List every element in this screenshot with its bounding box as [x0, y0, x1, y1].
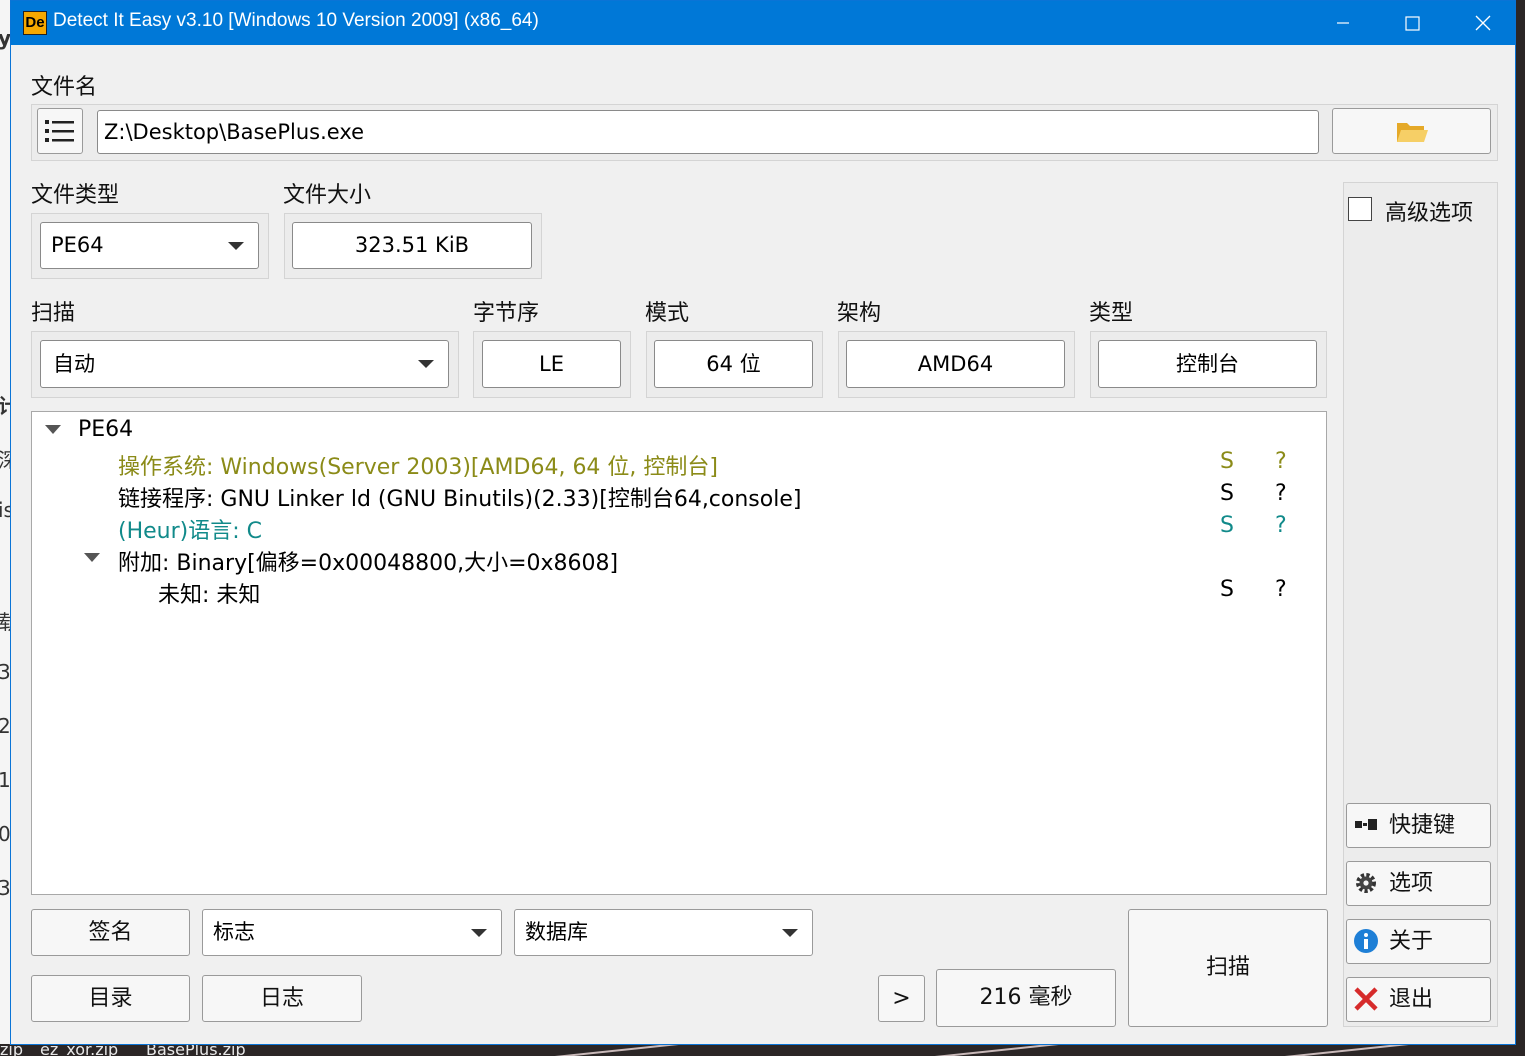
signatures-button[interactable]: 签名 [31, 909, 190, 956]
flags-select[interactable]: 标志 [202, 909, 502, 956]
scan-label: 扫描 [31, 301, 76, 326]
close-icon [1475, 15, 1491, 31]
expand-arrow-icon[interactable] [84, 553, 100, 562]
endianness-label: 字节序 [473, 301, 540, 326]
minimize-button[interactable] [1307, 1, 1377, 45]
mode-label: 模式 [645, 301, 690, 326]
file-type-label: 文件类型 [31, 183, 120, 208]
background-streak [1260, 1044, 1500, 1056]
shortcuts-label: 快捷键 [1389, 813, 1456, 838]
chevron-down-icon [418, 360, 434, 368]
file-size-value: 323.51 KiB [292, 222, 532, 269]
app-window: De Detect It Easy v3.10 [Windows 10 Vers… [10, 0, 1516, 1045]
title-bar[interactable]: De Detect It Easy v3.10 [Windows 10 Vers… [11, 1, 1515, 45]
app-logo-icon: De [23, 11, 47, 35]
scan-mode-select[interactable]: 自动 [40, 340, 449, 388]
about-button[interactable]: 关于 [1346, 919, 1491, 964]
advanced-label: 高级选项 [1385, 201, 1474, 226]
file-size-label: 文件大小 [283, 183, 372, 208]
arch-value: AMD64 [846, 340, 1065, 388]
info-question-link[interactable]: ? [1275, 481, 1287, 506]
directory-button[interactable]: 目录 [31, 975, 190, 1022]
options-label: 选项 [1389, 871, 1434, 896]
close-button[interactable] [1447, 1, 1517, 45]
mode-value: 64 位 [654, 340, 813, 388]
about-label: 关于 [1389, 929, 1434, 954]
window-title: Detect It Easy v3.10 [Windows 10 Version… [53, 10, 539, 31]
exit-button[interactable]: 退出 [1346, 977, 1491, 1022]
scan-button[interactable]: 扫描 [1128, 909, 1328, 1027]
chevron-down-icon [228, 241, 244, 250]
endianness-value: LE [482, 340, 621, 388]
database-value: 数据库 [525, 920, 588, 944]
type-label: 类型 [1089, 301, 1134, 326]
info-question-link[interactable]: ? [1275, 449, 1287, 474]
info-question-link[interactable]: ? [1275, 577, 1287, 602]
signature-s-link[interactable]: S [1220, 449, 1234, 474]
background-streak [520, 1044, 780, 1056]
signature-s-link[interactable]: S [1220, 481, 1234, 506]
info-question-link[interactable]: ? [1275, 513, 1287, 538]
background-streak [880, 1044, 1180, 1056]
maximize-icon [1405, 16, 1420, 31]
expand-arrow-icon[interactable] [45, 425, 61, 434]
signature-s-link[interactable]: S [1220, 577, 1234, 602]
elapsed-time-display: 216 毫秒 [936, 969, 1116, 1027]
list-menu-icon [45, 120, 74, 142]
tree-item-os[interactable]: 操作系统: Windows(Server 2003)[AMD64, 64 位, … [118, 449, 718, 481]
type-value: 控制台 [1098, 340, 1317, 388]
open-file-button[interactable] [1332, 108, 1491, 154]
tree-item-overlay[interactable]: 附加: Binary[偏移=0x00048800,大小=0x8608] [118, 545, 618, 577]
exit-label: 退出 [1389, 987, 1434, 1012]
scan-mode-value: 自动 [53, 352, 95, 376]
folder-open-icon [1397, 123, 1428, 142]
exit-x-icon [1354, 987, 1378, 1011]
tree-item-language[interactable]: (Heur)语言: C [118, 513, 262, 545]
more-button[interactable]: > [878, 975, 925, 1022]
desktop-file-label[interactable]: BasePlus.zip [146, 1044, 246, 1056]
tree-root-pe64[interactable]: PE64 [78, 417, 133, 442]
tree-item-unknown[interactable]: 未知: 未知 [158, 577, 260, 609]
flags-value: 标志 [213, 920, 255, 944]
results-tree[interactable]: PE64 操作系统: Windows(Server 2003)[AMD64, 6… [31, 411, 1327, 895]
gear-icon [1356, 873, 1376, 893]
file-name-label: 文件名 [31, 75, 98, 100]
chevron-down-icon [782, 928, 798, 937]
signature-s-link[interactable]: S [1220, 513, 1234, 538]
desktop-file-strip: zip ez_xor.zip BasePlus.zip [0, 1044, 1525, 1056]
arch-label: 架构 [837, 301, 882, 326]
maximize-button[interactable] [1377, 1, 1447, 45]
file-type-select[interactable]: PE64 [40, 222, 259, 269]
info-icon [1354, 929, 1378, 953]
file-path-input[interactable]: Z:\Desktop\BasePlus.exe [97, 110, 1319, 154]
advanced-checkbox[interactable] [1348, 197, 1372, 221]
shortcut-keys-icon [1355, 819, 1377, 830]
options-button[interactable]: 选项 [1346, 861, 1491, 906]
desktop-file-label[interactable]: ez_xor.zip [40, 1044, 118, 1056]
file-menu-button[interactable] [37, 108, 83, 154]
shortcuts-button[interactable]: 快捷键 [1346, 803, 1491, 848]
desktop-file-label[interactable]: zip [0, 1044, 23, 1056]
file-type-value: PE64 [51, 233, 104, 257]
database-select[interactable]: 数据库 [514, 909, 813, 956]
log-button[interactable]: 日志 [202, 975, 362, 1022]
minimize-icon [1337, 22, 1349, 24]
tree-item-linker[interactable]: 链接程序: GNU Linker ld (GNU Binutils)(2.33)… [118, 481, 801, 513]
chevron-down-icon [471, 928, 487, 937]
